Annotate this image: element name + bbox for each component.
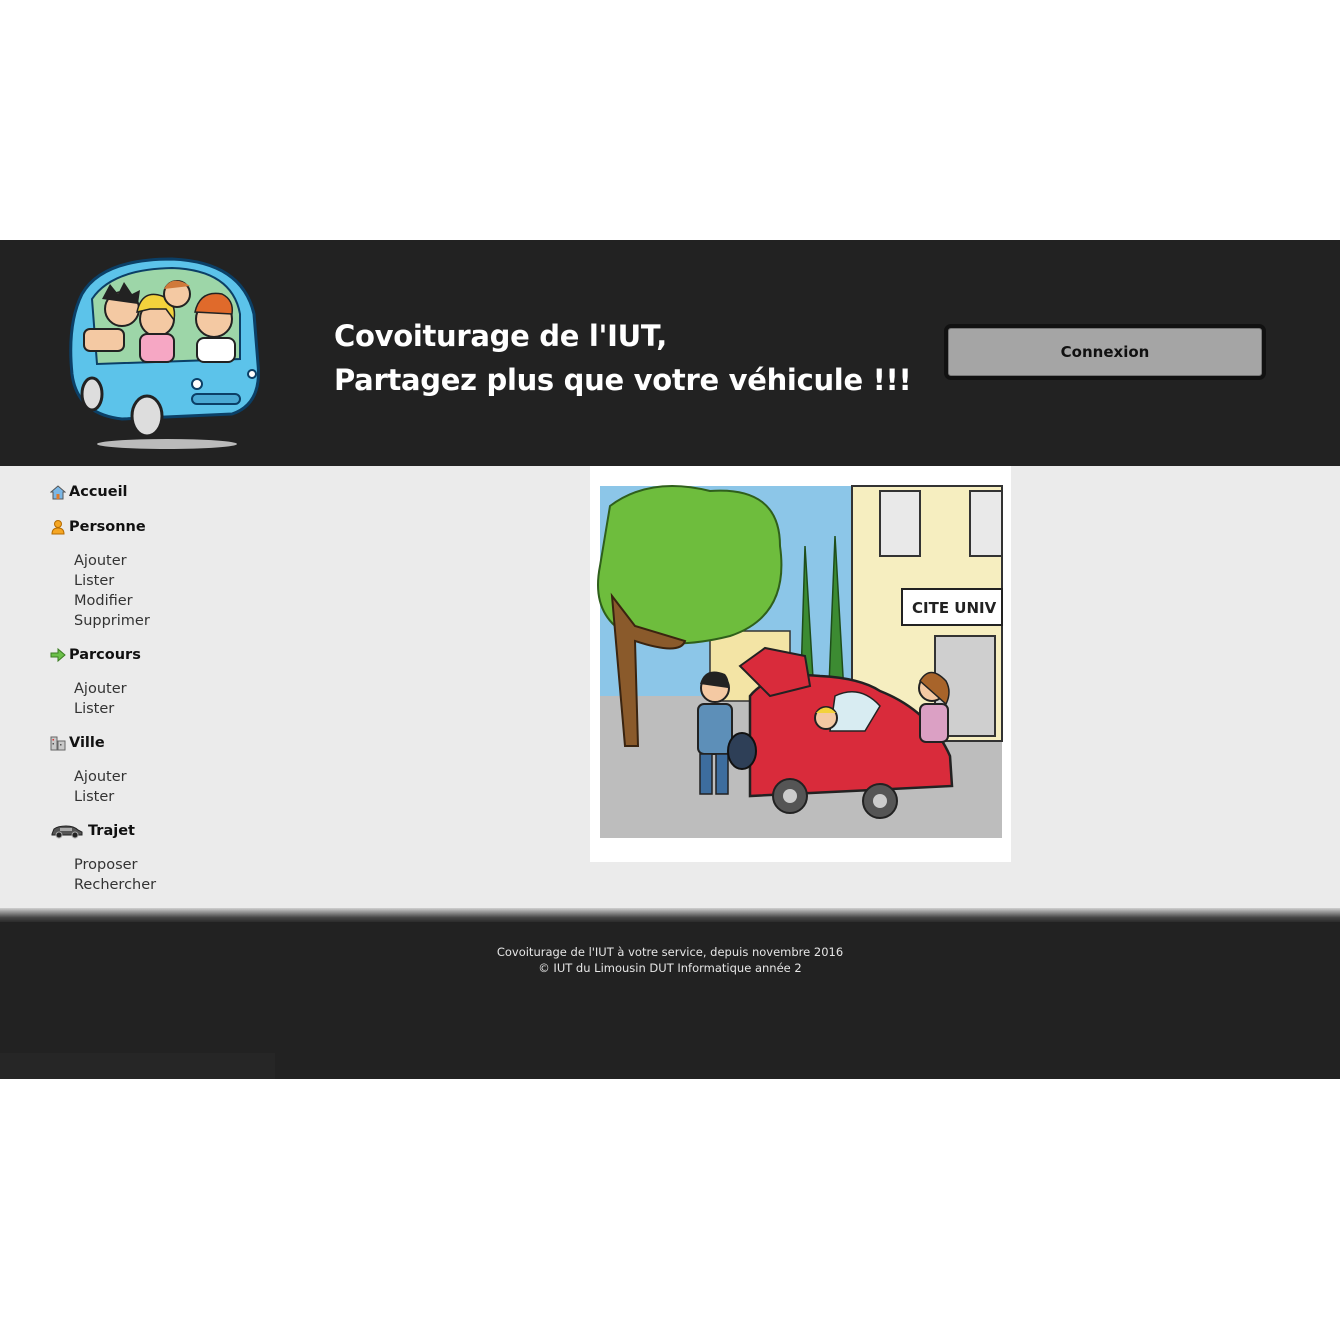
submenu-parcours: Ajouter Lister [74,679,310,719]
site-header: Covoiturage de l'IUT, Partagez plus que … [0,240,1340,466]
carpool-illustration-image: CITE UNIV [590,466,1011,862]
footer-text-line-2: © IUT du Limousin DUT Informatique année… [538,961,802,975]
menu-item-parcours[interactable]: Parcours [50,644,310,666]
submenu-ville: Ajouter Lister [74,767,310,807]
site-slogan: Covoiturage de l'IUT, Partagez plus que … [334,314,912,402]
menu-item-accueil[interactable]: Accueil [50,481,310,503]
submenu-personne: Ajouter Lister Modifier Supprimer [74,551,310,631]
personne-supprimer-link[interactable]: Supprimer [74,611,310,631]
connexion-button[interactable]: Connexion [944,324,1266,380]
ville-ajouter-link[interactable]: Ajouter [74,767,310,787]
city-buildings-icon [50,736,66,751]
arrow-right-icon [50,647,66,663]
menu-item-ville[interactable]: Ville [50,732,310,754]
slogan-line-1: Covoiturage de l'IUT, [334,319,667,353]
main-content: Accueil Personne Ajouter Lister Modifier… [0,466,1340,912]
menu-label-trajet: Trajet [88,823,135,839]
parcours-ajouter-link[interactable]: Ajouter [74,679,310,699]
menu-item-trajet[interactable]: Trajet [50,820,310,842]
car-icon [51,825,83,839]
slogan-line-2: Partagez plus que votre véhicule !!! [334,363,912,397]
ville-lister-link[interactable]: Lister [74,787,310,807]
cite-univ-sign: CITE UNIV [912,599,997,617]
personne-modifier-link[interactable]: Modifier [74,591,310,611]
person-icon [51,520,65,535]
footer-text-line-1: Covoiturage de l'IUT à votre service, de… [496,945,844,959]
personne-ajouter-link[interactable]: Ajouter [74,551,310,571]
personne-lister-link[interactable]: Lister [74,571,310,591]
site-footer: Covoiturage de l'IUT à votre service, de… [0,922,1340,1079]
parcours-lister-link[interactable]: Lister [74,699,310,719]
menu-item-personne[interactable]: Personne [50,516,310,538]
menu-label-parcours: Parcours [69,647,141,663]
submenu-trajet: Proposer Rechercher [74,855,310,895]
footer-bottom-bar [0,1053,275,1079]
carpool-logo-icon [69,257,260,449]
menu-label-personne: Personne [69,519,146,535]
trajet-proposer-link[interactable]: Proposer [74,855,310,875]
menu-label-accueil: Accueil [69,484,128,500]
trajet-rechercher-link[interactable]: Rechercher [74,875,310,895]
sidebar-menu: Accueil Personne Ajouter Lister Modifier… [50,481,310,908]
home-icon [50,485,66,500]
menu-label-ville: Ville [69,735,105,751]
